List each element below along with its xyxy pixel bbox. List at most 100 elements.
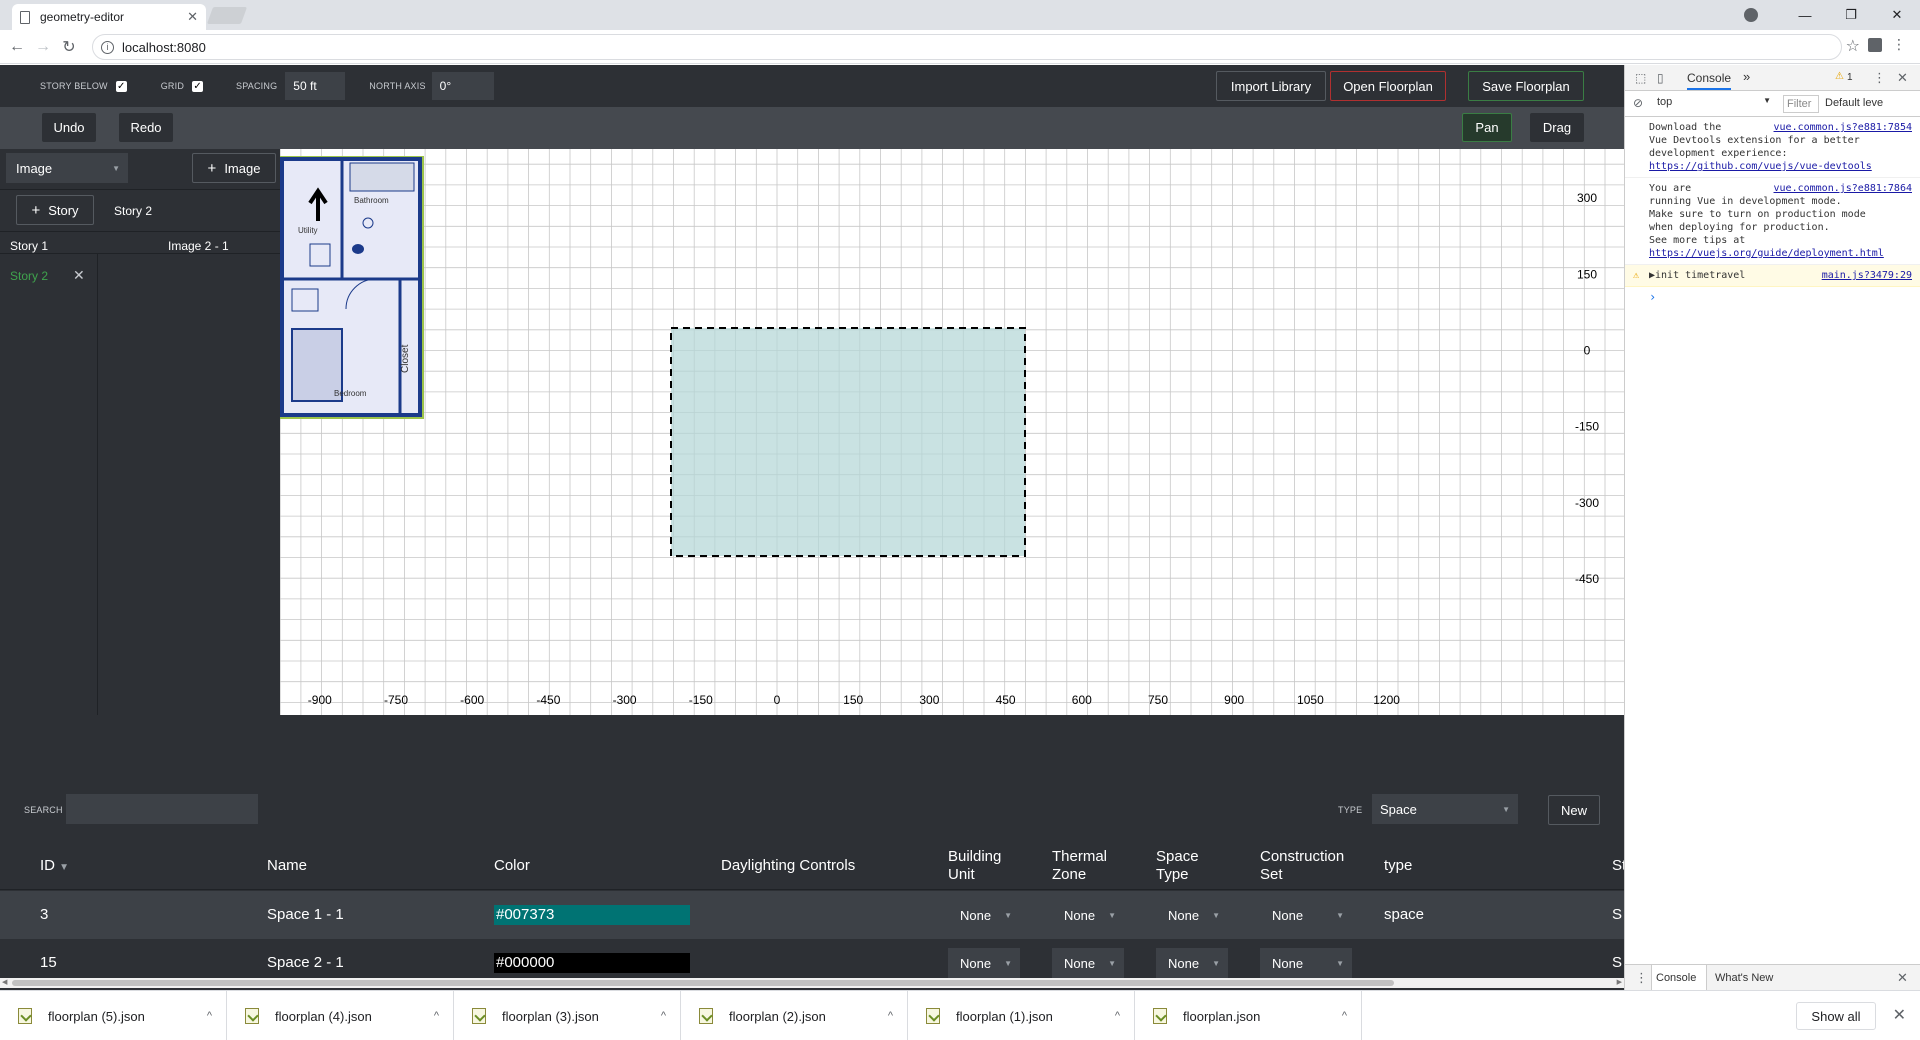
chevron-up-icon[interactable]: ^ [1342, 1010, 1347, 1022]
header-id[interactable]: ID ▼ [40, 857, 69, 877]
message-source[interactable]: vue.common.js?e881:7854 [1774, 121, 1912, 134]
canvas-grid[interactable]: Utility Bathroom Bedroom Closet -1200-10… [280, 149, 1624, 715]
horizontal-scrollbar[interactable]: ◀ ▶ [0, 978, 1624, 988]
floorplan-canvas[interactable]: Utility Bathroom Bedroom Closet -1200-10… [280, 149, 1624, 715]
browser-menu-icon[interactable]: ⋮ [1892, 36, 1906, 53]
message-link[interactable]: https://vuejs.org/guide/deployment.html [1649, 248, 1884, 259]
thermal-zone-select[interactable]: None ▼ [1052, 900, 1124, 930]
header-daylighting[interactable]: Daylighting Controls [721, 857, 855, 875]
image-list-item[interactable]: Image 2 - 1 [168, 239, 229, 253]
space-type-select[interactable]: None ▼ [1156, 900, 1228, 930]
devtools-menu-icon[interactable]: ⋮ [1873, 70, 1886, 86]
undo-button[interactable]: Undo [42, 113, 96, 142]
construction-set-select[interactable]: None ▼ [1260, 948, 1352, 978]
story-list-item[interactable]: Story 1 [10, 239, 48, 253]
device-toolbar-icon[interactable]: ▯ [1657, 71, 1664, 85]
download-item[interactable]: floorplan (4).json ^ [227, 991, 454, 1040]
add-story-button[interactable]: + Story [16, 195, 94, 225]
console-prompt[interactable]: › [1625, 287, 1920, 308]
browser-tab[interactable]: geometry-editor ✕ [12, 4, 206, 30]
back-arrow-icon[interactable]: ← [4, 38, 30, 56]
clear-console-icon[interactable]: ⊘ [1633, 96, 1643, 110]
type-select[interactable]: Space ▼ [1372, 794, 1518, 824]
header-space-type[interactable]: Space Type [1156, 848, 1199, 884]
save-floorplan-button[interactable]: Save Floorplan [1468, 71, 1584, 101]
drawer-menu-icon[interactable]: ⋮ [1635, 970, 1648, 986]
minimize-icon[interactable]: — [1782, 8, 1828, 23]
chevron-up-icon[interactable]: ^ [207, 1010, 212, 1022]
header-thermal-zone[interactable]: Thermal Zone [1052, 848, 1107, 884]
info-icon[interactable]: i [101, 40, 114, 54]
header-name[interactable]: Name [267, 857, 307, 875]
pan-button[interactable]: Pan [1462, 113, 1512, 142]
drawer-close-icon[interactable]: ✕ [1897, 970, 1908, 986]
drag-button[interactable]: Drag [1530, 113, 1584, 142]
show-all-downloads-button[interactable]: Show all [1796, 1002, 1876, 1030]
log-levels-select[interactable]: Default leve [1825, 97, 1883, 109]
chevron-up-icon[interactable]: ^ [1115, 1010, 1120, 1022]
tab-console[interactable]: Console [1687, 71, 1732, 90]
table-row[interactable]: 3 Space 1 - 1 #007373 None ▼ None ▼ None ▼ … [0, 891, 1624, 939]
floorplan-image[interactable]: Utility Bathroom Bedroom Closet [280, 156, 424, 419]
tab-close-icon[interactable]: ✕ [187, 9, 198, 25]
cell-name[interactable]: Space 1 - 1 [267, 906, 344, 923]
space-type-select[interactable]: None ▼ [1156, 948, 1228, 978]
message-source[interactable]: vue.common.js?e881:7864 [1774, 182, 1912, 195]
forward-arrow-icon[interactable]: → [30, 38, 56, 56]
thermal-zone-select[interactable]: None ▼ [1052, 948, 1124, 978]
open-floorplan-button[interactable]: Open Floorplan [1330, 71, 1446, 101]
restore-icon[interactable]: ❐ [1828, 7, 1874, 23]
search-input[interactable] [66, 794, 258, 824]
warning-icon[interactable]: ⚠ [1835, 71, 1844, 82]
add-image-button[interactable]: + Image [192, 153, 276, 183]
reload-icon[interactable]: ↻ [56, 37, 82, 57]
devtools-close-icon[interactable]: ✕ [1897, 70, 1908, 86]
current-story-tab[interactable]: Story 2 [114, 204, 152, 218]
message-source[interactable]: main.js?3479:29 [1822, 269, 1912, 282]
drawer-tab-console[interactable]: Console [1651, 965, 1707, 991]
north-axis-input[interactable]: 0° [431, 72, 494, 100]
new-button[interactable]: New [1548, 795, 1600, 825]
download-item[interactable]: floorplan.json ^ [1135, 991, 1362, 1040]
scroll-left-icon[interactable]: ◀ [2, 978, 7, 986]
new-tab-button[interactable] [206, 7, 248, 24]
cell-color[interactable]: #007373 [494, 905, 690, 925]
extension-icon[interactable] [1868, 38, 1882, 52]
cell-color[interactable]: #000000 [494, 953, 690, 973]
downloads-close-icon[interactable]: ✕ [1893, 1005, 1906, 1025]
building-unit-select[interactable]: None ▼ [948, 900, 1020, 930]
console-filter-input[interactable]: Filter [1783, 95, 1819, 113]
delete-story-icon[interactable]: ✕ [73, 267, 85, 284]
header-type[interactable]: type [1384, 857, 1412, 875]
download-item[interactable]: floorplan (1).json ^ [908, 991, 1135, 1040]
chevron-up-icon[interactable]: ^ [661, 1010, 666, 1022]
download-item[interactable]: floorplan (5).json ^ [0, 991, 227, 1040]
profile-icon[interactable] [1744, 8, 1758, 22]
grid-checkbox[interactable]: ✓ [192, 80, 204, 92]
story-list-item-selected[interactable]: Story 2 [10, 269, 48, 283]
drawer-tab-whats-new[interactable]: What's New [1715, 972, 1773, 984]
construction-set-select[interactable]: None ▼ [1260, 900, 1352, 930]
scrollbar-thumb[interactable] [12, 980, 1394, 986]
window-close-icon[interactable]: ✕ [1874, 7, 1920, 23]
download-item[interactable]: floorplan (3).json ^ [454, 991, 681, 1040]
console-warning[interactable]: ⚠ ▶init timetravel main.js?3479:29 [1625, 265, 1920, 287]
building-unit-select[interactable]: None ▼ [948, 948, 1020, 978]
spacing-input[interactable]: 50 ft [285, 72, 346, 100]
download-item[interactable]: floorplan (2).json ^ [681, 991, 908, 1040]
import-library-button[interactable]: Import Library [1216, 71, 1326, 101]
url-input[interactable]: i localhost:8080 [92, 34, 1842, 60]
mode-select[interactable]: Image ▼ [6, 153, 128, 183]
chevron-up-icon[interactable]: ^ [434, 1010, 439, 1022]
cell-name[interactable]: Space 2 - 1 [267, 954, 344, 971]
story-below-checkbox[interactable]: ✓ [115, 80, 127, 92]
more-tabs-icon[interactable]: » [1743, 69, 1750, 84]
space-polygon[interactable] [670, 327, 1026, 557]
scroll-right-icon[interactable]: ▶ [1617, 978, 1622, 986]
header-color[interactable]: Color [494, 857, 530, 875]
redo-button[interactable]: Redo [119, 113, 173, 142]
header-construction-set[interactable]: Construction Set [1260, 848, 1344, 884]
inspect-element-icon[interactable]: ⬚ [1635, 71, 1646, 85]
bookmark-star-icon[interactable]: ☆ [1846, 36, 1860, 56]
chevron-up-icon[interactable]: ^ [888, 1010, 893, 1022]
